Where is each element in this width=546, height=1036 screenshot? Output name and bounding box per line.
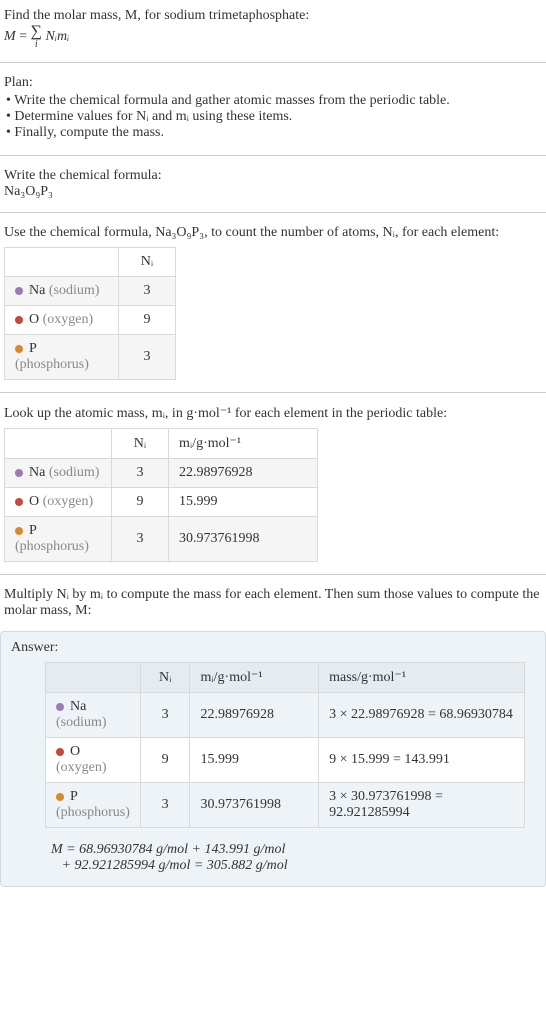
n-value: 3 xyxy=(140,783,190,828)
divider xyxy=(0,574,546,575)
col-mass: mass/g·mol⁻¹ xyxy=(319,663,525,693)
count-intro: Use the chemical formula, Na₃O₉P₃, to co… xyxy=(4,225,499,240)
n-value: 9 xyxy=(119,306,176,335)
n-value: 3 xyxy=(119,277,176,306)
n-value: 3 xyxy=(119,335,176,380)
col-mi: mᵢ/g·mol⁻¹ xyxy=(169,429,318,459)
divider xyxy=(0,392,546,393)
element-cell: Na (sodium) xyxy=(5,277,119,306)
element-cell: P (phosphorus) xyxy=(5,517,112,562)
answer-label: Answer: xyxy=(11,640,535,656)
n-value: 3 xyxy=(112,459,169,488)
multiply-intro: Multiply Nᵢ by mᵢ to compute the mass fo… xyxy=(4,587,539,618)
element-dot-icon xyxy=(15,345,23,353)
final-result: M = 68.96930784 g/mol + 143.991 g/mol + … xyxy=(45,842,535,874)
var-M: M xyxy=(4,29,16,44)
element-cell: O (oxygen) xyxy=(5,488,112,517)
mass-calc: 9 × 15.999 = 143.991 xyxy=(319,738,525,783)
write-formula-section: Write the chemical formula: Na₃O₉P₃ xyxy=(0,160,546,208)
col-mi: mᵢ/g·mol⁻¹ xyxy=(190,663,319,693)
intro-section: Find the molar mass, M, for sodium trime… xyxy=(0,0,546,58)
element-cell: O (oxygen) xyxy=(5,306,119,335)
lookup-intro: Look up the atomic mass, mᵢ, in g·mol⁻¹ … xyxy=(4,406,447,421)
n-value: 3 xyxy=(112,517,169,562)
col-Ni: Nᵢ xyxy=(112,429,169,459)
mass-calc: 3 × 30.973761998 = 92.921285994 xyxy=(319,783,525,828)
divider xyxy=(0,155,546,156)
atomic-mass-section: Look up the atomic mass, mᵢ, in g·mol⁻¹ … xyxy=(0,397,546,570)
answer-content: Nᵢmᵢ/g·mol⁻¹mass/g·mol⁻¹ Na (sodium)322.… xyxy=(11,662,535,874)
chemical-formula: Na₃O₉P₃ xyxy=(4,184,53,199)
plan-title: Plan: xyxy=(4,75,33,90)
eq-sign: = xyxy=(16,29,31,44)
intro-text: Find the molar mass, M, for sodium trime… xyxy=(4,8,309,23)
element-dot-icon xyxy=(15,498,23,506)
sigma-icon: ∑i xyxy=(31,24,42,50)
element-dot-icon xyxy=(15,469,23,477)
m-value: 30.973761998 xyxy=(169,517,318,562)
element-cell: P (phosphorus) xyxy=(46,783,141,828)
col-Ni: Nᵢ xyxy=(140,663,190,693)
final-line-2: + 92.921285994 g/mol = 305.882 g/mol xyxy=(62,858,288,873)
m-value: 30.973761998 xyxy=(190,783,319,828)
plan-section: Plan: Write the chemical formula and gat… xyxy=(0,67,546,151)
count-atoms-section: Use the chemical formula, Na₃O₉P₃, to co… xyxy=(0,217,546,388)
element-dot-icon xyxy=(15,527,23,535)
plan-item: Finally, compute the mass. xyxy=(6,125,542,141)
element-cell: Na (sodium) xyxy=(46,693,141,738)
element-dot-icon xyxy=(56,748,64,756)
plan-item: Write the chemical formula and gather at… xyxy=(6,93,542,109)
n-value: 3 xyxy=(140,693,190,738)
plan-list: Write the chemical formula and gather at… xyxy=(4,93,542,141)
var-Nimi: Nᵢmᵢ xyxy=(45,29,69,44)
m-value: 15.999 xyxy=(169,488,318,517)
n-value: 9 xyxy=(140,738,190,783)
element-cell: O (oxygen) xyxy=(46,738,141,783)
atom-count-table: Nᵢ Na (sodium)3 O (oxygen)9 P (phosphoru… xyxy=(4,247,176,380)
col-Ni: Nᵢ xyxy=(119,248,176,277)
molar-mass-formula: M = ∑i Nᵢmᵢ xyxy=(4,29,69,44)
divider xyxy=(0,62,546,63)
final-line-1: M = 68.96930784 g/mol + 143.991 g/mol xyxy=(51,842,285,857)
n-value: 9 xyxy=(112,488,169,517)
element-cell: P (phosphorus) xyxy=(5,335,119,380)
answer-box: Answer: Nᵢmᵢ/g·mol⁻¹mass/g·mol⁻¹ Na (sod… xyxy=(0,631,546,887)
element-dot-icon xyxy=(15,287,23,295)
element-dot-icon xyxy=(56,703,64,711)
m-value: 22.98976928 xyxy=(190,693,319,738)
mass-calc: 3 × 22.98976928 = 68.96930784 xyxy=(319,693,525,738)
element-dot-icon xyxy=(56,793,64,801)
multiply-section: Multiply Nᵢ by mᵢ to compute the mass fo… xyxy=(0,579,546,627)
m-value: 15.999 xyxy=(190,738,319,783)
mass-computation-table: Nᵢmᵢ/g·mol⁻¹mass/g·mol⁻¹ Na (sodium)322.… xyxy=(45,662,525,828)
atomic-mass-table: Nᵢmᵢ/g·mol⁻¹ Na (sodium)322.98976928 O (… xyxy=(4,428,318,562)
element-cell: Na (sodium) xyxy=(5,459,112,488)
divider xyxy=(0,212,546,213)
m-value: 22.98976928 xyxy=(169,459,318,488)
element-dot-icon xyxy=(15,316,23,324)
plan-item: Determine values for Nᵢ and mᵢ using the… xyxy=(6,109,542,125)
write-formula-label: Write the chemical formula: xyxy=(4,168,162,183)
